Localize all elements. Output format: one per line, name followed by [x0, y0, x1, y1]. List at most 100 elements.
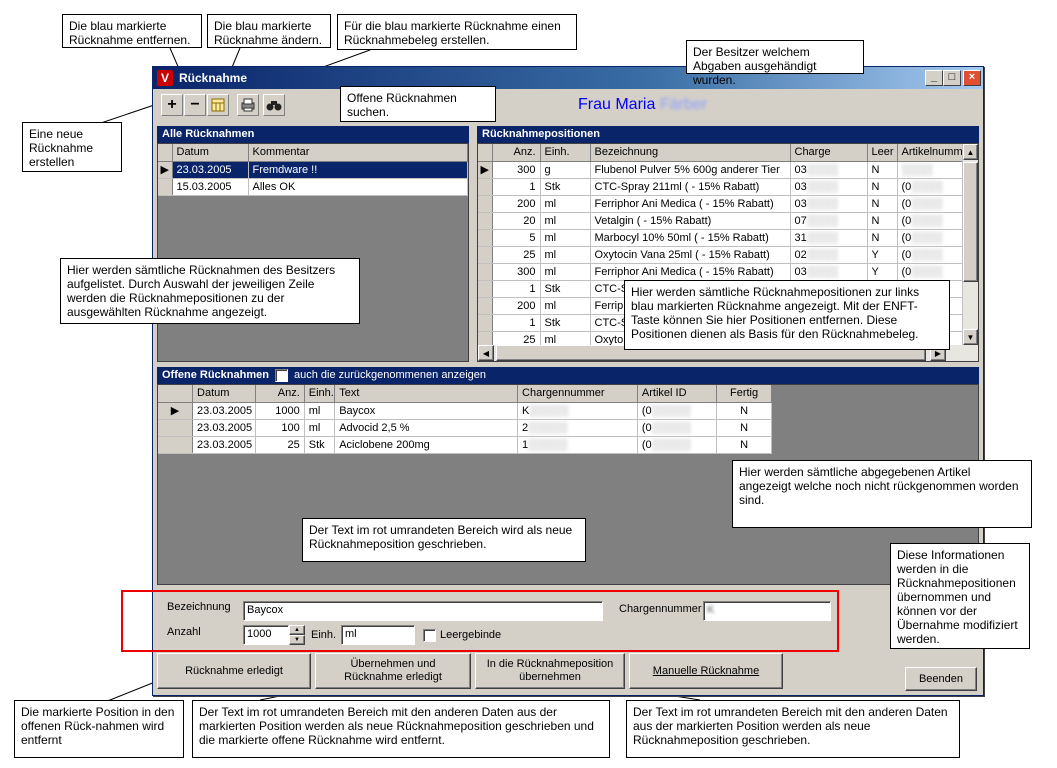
cell: 23.03.2005	[197, 404, 253, 417]
col-header[interactable]: Artikelnumm	[897, 144, 963, 162]
window-title: Rücknahme	[179, 71, 248, 85]
show-returned-checkbox[interactable]	[274, 369, 288, 382]
col-header[interactable]: Chargennummer	[517, 385, 638, 403]
search-open-returns-button[interactable]	[263, 94, 285, 116]
redacted-text: ░░░░	[911, 197, 943, 210]
redacted-text: ░░░░	[806, 197, 838, 210]
cell: N	[740, 404, 749, 417]
cell: 31	[794, 231, 807, 244]
cell: Advocid 2,5 %	[339, 421, 410, 434]
cell: 02	[794, 248, 807, 261]
table-row[interactable]: 25 ml Oxytocin Vana 25ml ( - 15% Rabatt) 02…	[478, 246, 963, 264]
col-header[interactable]: Artikel ID	[637, 385, 718, 403]
calendar-icon	[211, 98, 225, 112]
cell: 1000	[275, 404, 300, 417]
maximize-icon[interactable]: □	[943, 70, 961, 86]
cell: (0	[901, 214, 912, 227]
binoculars-icon	[266, 101, 282, 111]
col-header[interactable]: Charge	[790, 144, 868, 162]
exit-button[interactable]: Beenden	[905, 667, 977, 691]
highlight-box	[121, 590, 839, 652]
scroll-thumb[interactable]	[963, 162, 978, 282]
cell: ml	[544, 299, 557, 312]
table-row[interactable]: 5 ml Marbocyl 10% 50ml ( - 15% Rabatt) 31░░…	[478, 229, 963, 247]
cell: Ferripl	[594, 299, 626, 312]
close-icon[interactable]: ×	[963, 70, 981, 86]
callout-owner: Der Besitzer welchem Abgaben ausgehändig…	[686, 40, 864, 87]
redacted-text: ░░░░	[901, 163, 933, 176]
redacted-text: ░░░░	[911, 265, 943, 278]
cell: N	[871, 197, 880, 210]
cell: Stk	[308, 438, 325, 451]
row-pointer-icon: ▶	[478, 161, 493, 179]
table-row[interactable]: 15.03.2005 Alles OK	[158, 178, 468, 196]
table-row[interactable]: ▶ 23.03.2005 1000 ml Baycox K░░░░░ (0░░░░░ N	[158, 402, 772, 420]
table-row[interactable]: 23.03.2005 100 ml Advocid 2,5 % 2░░░░░ (0░░░░…	[158, 419, 772, 437]
vertical-scrollbar[interactable]: ▲ ▼	[962, 144, 978, 345]
redacted-text: ░░░░	[806, 180, 838, 193]
callout-open: Hier werden sämtliche abgegebenen Artike…	[732, 460, 1032, 528]
redacted-text: ░░░░░	[651, 421, 691, 434]
redacted-text: ░░░░	[911, 180, 943, 193]
cell: (0	[641, 404, 652, 417]
col-header[interactable]: Einh.	[304, 385, 336, 403]
cell: Marbocyl 10% 50ml ( - 15% Rabatt)	[594, 231, 769, 244]
col-header[interactable]: Fertig	[716, 385, 772, 403]
minimize-icon[interactable]: _	[925, 70, 943, 86]
col-header[interactable]: Datum	[192, 385, 256, 403]
col-header[interactable]: Text	[334, 385, 519, 403]
col-header[interactable]: Leer	[867, 144, 898, 162]
col-header[interactable]: Anz.	[492, 144, 541, 162]
row-pointer-icon: ▶	[158, 161, 173, 179]
cell: Y	[871, 265, 879, 278]
scroll-up-icon[interactable]: ▲	[963, 144, 978, 160]
col-header[interactable]: Einh.	[540, 144, 591, 162]
cell: 20	[523, 214, 536, 227]
callout-list: Hier werden sämtliche Rücknahmen des Bes…	[60, 258, 360, 324]
cell: ml	[544, 197, 557, 210]
add-return-button[interactable]: +	[161, 94, 183, 116]
return-done-button[interactable]: Rücknahme erledigt	[157, 653, 311, 689]
redacted-text: ░░░░░	[528, 421, 568, 434]
all-returns-title: Alle Rücknahmen	[157, 126, 469, 143]
cell: ml	[308, 404, 321, 417]
cell: 300	[517, 265, 536, 278]
to-position-button[interactable]: In die Rücknahmeposition übernehmen	[475, 653, 625, 689]
cell: Flubenol Pulver 5% 600g anderer Tier	[594, 163, 780, 176]
table-row[interactable]: 1 Stk CTC-Spray 211ml ( - 15% Rabatt) 03░░░…	[478, 178, 963, 196]
printer-icon	[241, 98, 255, 112]
manual-return-button[interactable]: Manuelle Rücknahme	[629, 653, 783, 689]
scroll-down-icon[interactable]: ▼	[963, 329, 978, 345]
cell: (0	[901, 197, 912, 210]
cell: Oxyto	[594, 333, 624, 346]
table-row[interactable]: 20 ml Vetalgin ( - 15% Rabatt) 07░░░░ N (0░░░…	[478, 212, 963, 230]
cell: 03	[794, 265, 807, 278]
col-header[interactable]: Bezeichnung	[590, 144, 791, 162]
take-and-done-button[interactable]: Übernehmen und Rücknahme erledigt	[315, 653, 471, 689]
scroll-left-icon[interactable]: ◀	[478, 345, 494, 361]
redacted-text: ░░░░	[806, 265, 838, 278]
edit-return-button[interactable]	[207, 94, 229, 116]
table-row[interactable]: ▶ 23.03.2005 Fremdware !!	[158, 161, 468, 179]
col-header[interactable]: Datum	[172, 144, 249, 162]
redacted-text: ░░░░	[806, 163, 838, 176]
cell: 03	[794, 197, 807, 210]
cell: (0	[901, 180, 912, 193]
print-receipt-button[interactable]	[237, 94, 259, 116]
cell: 200	[517, 299, 536, 312]
cell: N	[871, 180, 880, 193]
redacted-text: ░░░░░	[528, 438, 568, 451]
cell: 25	[287, 438, 300, 451]
table-row[interactable]: 23.03.2005 25 Stk Aciclobene 200mg 1░░░░░ (0░…	[158, 436, 772, 454]
table-row[interactable]: ▶ 300 g Flubenol Pulver 5% 600g anderer Tie…	[478, 161, 963, 179]
col-header[interactable]: Kommentar	[248, 144, 468, 162]
redacted-text: ░░░░	[911, 214, 943, 227]
remove-return-button[interactable]: −	[184, 94, 206, 116]
cell: 07	[794, 214, 807, 227]
table-row[interactable]: 300 ml Ferriphor Ani Medica ( - 15% Rabatt…	[478, 263, 963, 281]
cell: ml	[544, 248, 557, 261]
table-row[interactable]: 200 ml Ferriphor Ani Medica ( - 15% Rabatt…	[478, 195, 963, 213]
cell: 23.03.2005	[197, 421, 253, 434]
col-header[interactable]: Anz.	[255, 385, 305, 403]
all-returns-grid[interactable]: Datum Kommentar ▶ 23.03.2005 Fremdware !…	[157, 143, 469, 362]
